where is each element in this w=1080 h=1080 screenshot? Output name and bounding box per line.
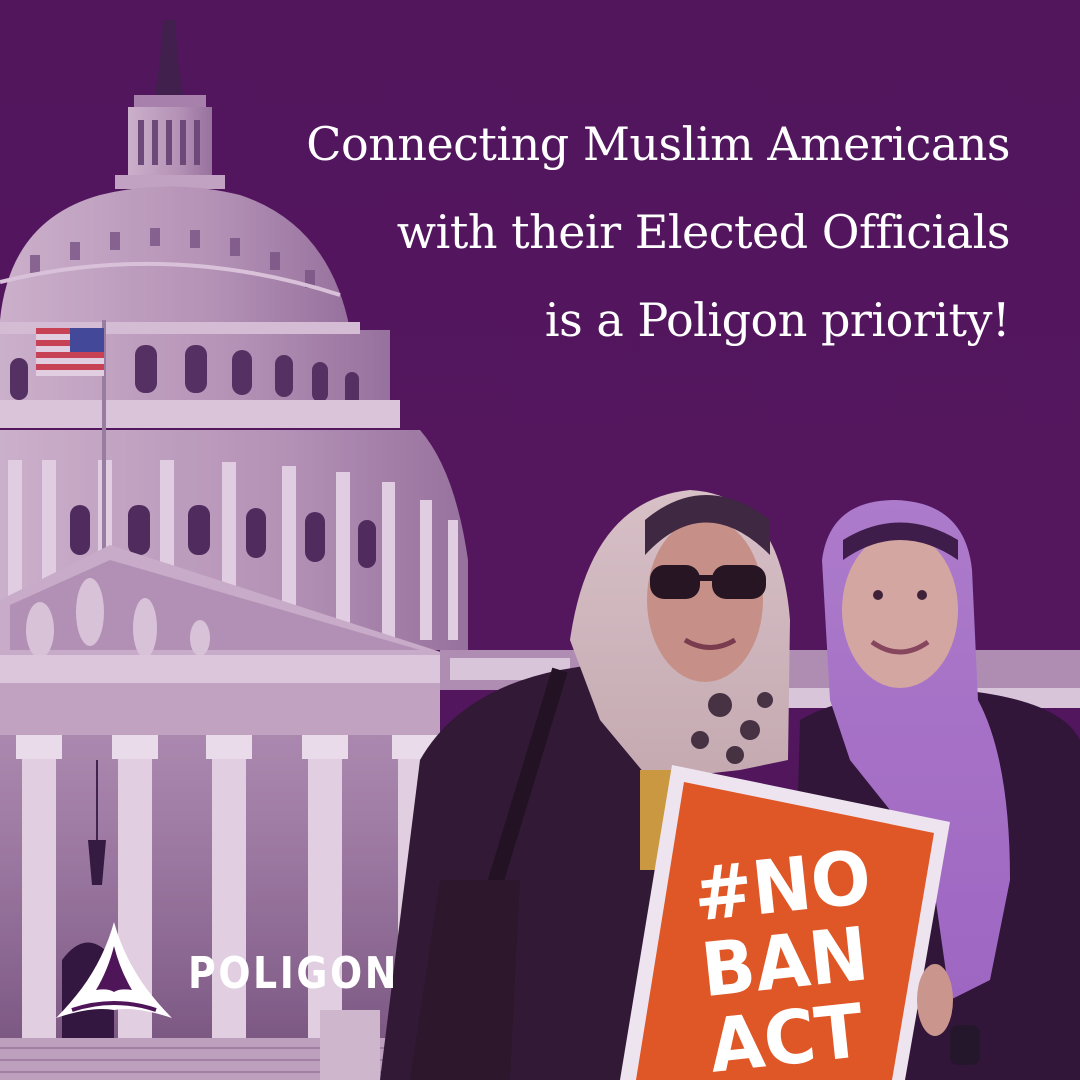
poligon-wordmark: POLIGON bbox=[188, 948, 400, 999]
protest-sign-text: #NO BAN ACT bbox=[689, 834, 903, 1080]
headline-line-1: Connecting Muslim Americans bbox=[306, 117, 1010, 171]
post-canvas: Connecting Muslim Americans with their E… bbox=[0, 0, 1080, 1080]
sign-line-3: ACT bbox=[705, 988, 868, 1080]
poligon-mark-icon bbox=[56, 922, 172, 1018]
headline-line-3: is a Poligon priority! bbox=[544, 293, 1011, 347]
poligon-logo: POLIGON bbox=[52, 918, 396, 1028]
headline-line-2: with their Elected Officials bbox=[396, 205, 1011, 259]
headline: Connecting Muslim Americans with their E… bbox=[190, 100, 1010, 364]
